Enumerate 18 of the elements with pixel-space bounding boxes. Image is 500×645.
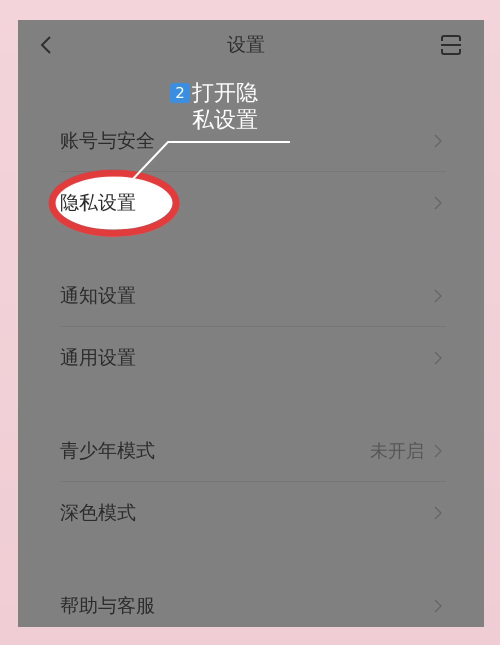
chevron-icon: [434, 599, 442, 613]
step-number: 2: [170, 83, 190, 103]
chevron-icon: [434, 196, 442, 210]
row-label[interactable]: 账号与安全: [60, 128, 155, 154]
scan-icon[interactable]: [440, 34, 462, 56]
row-label[interactable]: 深色模式: [60, 500, 136, 526]
row-label[interactable]: 通用设置: [60, 345, 136, 371]
chevron-icon: [434, 134, 442, 148]
chevron-icon: [434, 351, 442, 365]
row-label[interactable]: 通知设置: [60, 283, 136, 309]
back-icon[interactable]: [40, 35, 52, 55]
chevron-icon: [434, 506, 442, 520]
row-label[interactable]: 帮助与客服: [60, 593, 155, 619]
chevron-icon: [434, 289, 442, 303]
chevron-icon: [434, 444, 442, 458]
annotation-text: 打开隐私设置: [192, 80, 259, 134]
page-title: 设置: [227, 33, 265, 58]
row-label[interactable]: 青少年模式: [60, 438, 155, 464]
